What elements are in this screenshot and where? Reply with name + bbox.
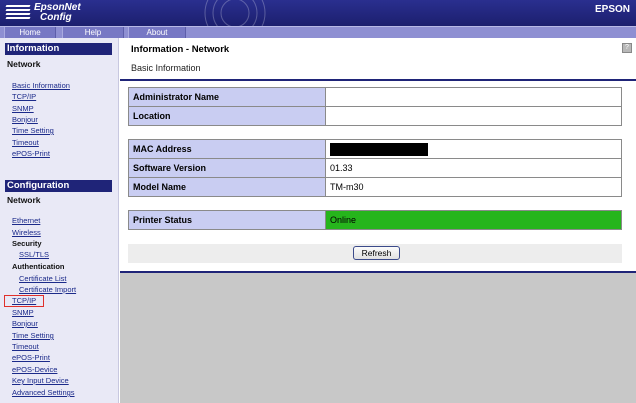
software-version-label: Software Version (128, 158, 326, 178)
table-row: Printer Status Online (128, 210, 622, 230)
brand-label: EPSON (594, 4, 630, 15)
sidebar-section-information: Information (5, 43, 112, 55)
page-subtitle: Basic Information (131, 63, 201, 73)
location-value (325, 106, 622, 126)
model-name-label: Model Name (128, 177, 326, 197)
table-row: Location (128, 106, 622, 126)
printer-status-value: Online (325, 210, 622, 230)
sidebar-config-timeout[interactable]: Timeout (12, 342, 39, 351)
sidebar-info-bonjour[interactable]: Bonjour (12, 115, 38, 124)
table-row: Model Name TM-m30 (128, 177, 622, 197)
table-row: Software Version 01.33 (128, 158, 622, 178)
sidebar-config-time-setting[interactable]: Time Setting (12, 331, 54, 340)
menu-about[interactable]: About (128, 27, 186, 38)
mac-address-value (325, 139, 622, 159)
logo-stripes-icon (5, 5, 31, 23)
sidebar-config-ethernet[interactable]: Ethernet (12, 216, 40, 225)
sidebar-config-epos-device[interactable]: ePOS-Device (12, 365, 57, 374)
title-divider (120, 79, 636, 81)
mac-address-label: MAC Address (128, 139, 326, 159)
menu-help[interactable]: Help (62, 27, 124, 38)
header-decoration (204, 0, 266, 26)
sidebar-config-security-label: Security (12, 239, 42, 248)
model-name-value: TM-m30 (325, 177, 622, 197)
sidebar-config-advanced-settings[interactable]: Advanced Settings (12, 388, 75, 397)
sidebar-config-certificate-import[interactable]: Certificate Import (19, 285, 76, 294)
admin-info-table: Administrator Name Location (128, 87, 622, 126)
sidebar-config-key-input-device[interactable]: Key Input Device (12, 376, 69, 385)
location-label: Location (128, 106, 326, 126)
menu-home[interactable]: Home (4, 27, 56, 38)
refresh-button[interactable]: Refresh (353, 246, 400, 260)
sidebar-info-tcpip[interactable]: TCP/IP (12, 92, 36, 101)
sidebar-info-epos-print[interactable]: ePOS-Print (12, 149, 50, 158)
sidebar-config-authentication-label: Authentication (12, 262, 65, 271)
sidebar: Information Network Basic Information TC… (0, 38, 119, 403)
sidebar-info-basic-information[interactable]: Basic Information (12, 81, 70, 90)
refresh-bar: Refresh (128, 244, 622, 263)
sidebar-info-snmp[interactable]: SNMP (12, 104, 34, 113)
table-row: Administrator Name (128, 87, 622, 107)
administrator-name-value (325, 87, 622, 107)
epsonnet-config-logo: EpsonNet Config (5, 2, 86, 24)
tcpip-highlight-box (4, 295, 44, 307)
help-icon[interactable]: ? (622, 43, 632, 53)
menubar: Home Help About (0, 26, 636, 38)
sidebar-info-network-label: Network (7, 59, 41, 69)
administrator-name-label: Administrator Name (128, 87, 326, 107)
sidebar-config-network-label: Network (7, 195, 41, 205)
sidebar-config-epos-print[interactable]: ePOS-Print (12, 353, 50, 362)
software-version-value: 01.33 (325, 158, 622, 178)
sidebar-config-certificate-list[interactable]: Certificate List (19, 274, 67, 283)
sidebar-info-timeout[interactable]: Timeout (12, 138, 39, 147)
sidebar-config-wireless[interactable]: Wireless (12, 228, 41, 237)
sidebar-config-ssl-tls[interactable]: SSL/TLS (19, 250, 49, 259)
app-header: EpsonNet Config EPSON (0, 0, 636, 26)
sidebar-info-time-setting[interactable]: Time Setting (12, 126, 54, 135)
page-title: Information - Network (131, 44, 230, 55)
device-info-table: MAC Address Software Version 01.33 Model… (128, 139, 622, 197)
logo-line2: Config (40, 12, 72, 23)
main-content: Information - Network ? Basic Informatio… (120, 38, 636, 403)
sidebar-config-bonjour[interactable]: Bonjour (12, 319, 38, 328)
mac-address-redaction (330, 142, 428, 156)
printer-status-label: Printer Status (128, 210, 326, 230)
printer-status-table: Printer Status Online (128, 210, 622, 230)
sidebar-config-snmp[interactable]: SNMP (12, 308, 34, 317)
sidebar-section-configuration: Configuration (5, 180, 112, 192)
table-row: MAC Address (128, 139, 622, 159)
